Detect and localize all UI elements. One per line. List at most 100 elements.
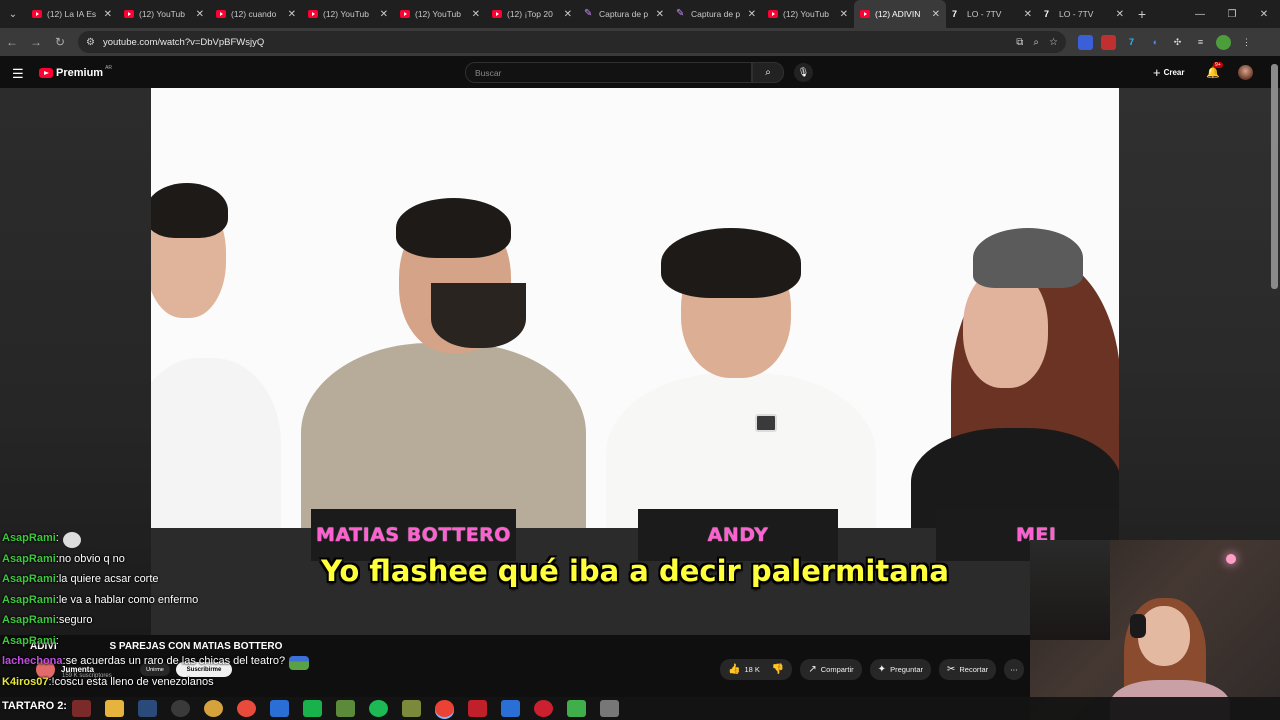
minimize-icon[interactable]: — [1184,0,1216,28]
more-actions-icon[interactable]: ⋯ [1004,659,1024,680]
chat-username[interactable]: AsapRami [2,594,56,606]
browser-tab[interactable]: ✎ Captura de p ✕ [578,0,670,28]
new-tab-button[interactable]: + [1130,0,1154,28]
chrome-canary-icon[interactable] [204,700,223,717]
discord-icon[interactable] [402,700,421,717]
chat-username[interactable]: AsapRami [2,532,56,544]
tab-close-icon[interactable]: ✕ [196,9,204,20]
person-1-hair [151,183,228,238]
share-button[interactable]: ↗ Compartir [800,659,862,680]
chrome-active-icon[interactable] [435,700,454,717]
chat-separator: : [55,532,59,545]
chat-message: AsapRami: [2,528,422,549]
like-count[interactable]: 18 K [744,665,759,674]
greenapp-icon[interactable] [303,700,322,717]
bookmark-star-icon[interactable]: ☆ [1049,37,1058,48]
dislike-icon[interactable]: 👎 [772,664,784,675]
browser-tab[interactable]: ✎ Captura de p ✕ [670,0,762,28]
chat-username[interactable]: AsapRami [2,553,56,565]
browser-tab[interactable]: (12) La IA Es ✕ [26,0,118,28]
browser-tab[interactable]: (12) YouTub ✕ [762,0,854,28]
browser-tab[interactable]: (12) cuando ✕ [210,0,302,28]
search-icon[interactable]: ⌕ [752,62,784,83]
profile-avatar-icon[interactable] [1216,34,1231,50]
minecraft-icon[interactable] [336,700,355,717]
tab-close-icon[interactable]: ✕ [104,9,112,20]
chat-username[interactable]: lachechona [2,655,63,667]
browser-tab[interactable]: 7 LO - 7TV ✕ [946,0,1038,28]
tab-close-icon[interactable]: ✕ [656,9,664,20]
install-app-icon[interactable]: ⧉ [1016,37,1023,48]
browser-tab[interactable]: (12) ¡Top 20 ✕ [486,0,578,28]
tab-close-icon[interactable]: ✕ [288,9,296,20]
puzzle-extensions-icon[interactable]: ✣ [1170,35,1185,50]
chrome-icon[interactable] [237,700,256,717]
browser-tab[interactable]: (12) YouTub ✕ [118,0,210,28]
browser-tab[interactable]: (12) YouTub ✕ [394,0,486,28]
tab-close-icon[interactable]: ✕ [748,9,756,20]
back-icon[interactable]: ← [0,28,24,56]
ask-button[interactable]: ✦ Preguntar [869,659,931,680]
browser-menu-icon[interactable]: ⋮ [1239,35,1254,50]
tab-close-icon[interactable]: ✕ [932,9,940,20]
chat-message: AsapRami: [2,631,422,652]
sparkle-icon: ✦ [877,664,887,675]
chat-username[interactable]: AsapRami [2,573,56,585]
recorder-icon[interactable] [468,700,487,717]
close-window-icon[interactable]: ✕ [1248,0,1280,28]
chat-message: K4iros07: !coscu esta lleno de venezolan… [2,672,422,693]
file-explorer-icon[interactable] [105,700,124,717]
voice-search-icon[interactable]: 🎙 [794,63,813,82]
zoom-icon[interactable]: ⌕ [1033,37,1039,48]
account-avatar[interactable] [1238,65,1253,80]
chat-username[interactable]: AsapRami [2,614,56,626]
chat-message: AsapRami: no obvio q no [2,549,422,570]
create-button[interactable]: + Crear [1153,65,1185,80]
site-info-icon[interactable]: ⚙ [86,37,95,48]
seventv-extension-icon[interactable]: 7 [1124,35,1139,50]
extensions-area: 7 ◖ ✣ ≡ ⋮ [1078,28,1254,56]
minecraft2-icon[interactable] [567,700,586,717]
tab-close-icon[interactable]: ✕ [840,9,848,20]
terminal-icon[interactable] [72,700,91,717]
spotify-icon[interactable] [369,700,388,717]
audio-extension-icon[interactable]: ◖ [1147,35,1162,50]
media-control-icon[interactable]: ≡ [1193,35,1208,50]
obs-icon[interactable] [171,700,190,717]
streamer-face [1138,606,1190,666]
forward-icon[interactable]: → [24,28,48,56]
chat-username[interactable]: K4iros07 [2,676,48,688]
tab-close-icon[interactable]: ✕ [1116,9,1124,20]
app-icon[interactable] [600,700,619,717]
url-field[interactable]: ⚙ youtube.com/watch?v=DbVpBFWsjyQ ⧉ ⌕ ☆ [78,31,1066,53]
browser-tab[interactable]: 7 LO - 7TV ✕ [1038,0,1130,28]
like-icon[interactable]: 👍 [728,664,740,675]
browser-tab[interactable]: (12) YouTub ✕ [302,0,394,28]
youtube-premium-logo[interactable]: Premium AR [39,65,112,79]
ambient-background-right [1119,88,1280,540]
tab-label: (12) La IA Es [47,9,97,19]
tab-close-icon[interactable]: ✕ [380,9,388,20]
tab-close-icon[interactable]: ✕ [472,9,480,20]
chat-text: le va a hablar como enfermo [58,593,199,606]
red-extension-icon[interactable] [1101,34,1116,50]
browser-tab[interactable]: (12) ADIVIN ✕ [854,0,946,28]
search-input[interactable]: Buscar [465,62,752,83]
notifications-bell-icon[interactable]: 🔔 9+ [1206,62,1223,79]
person-2-beard [431,283,526,348]
tab-search-icon[interactable]: ⌄ [0,0,26,28]
chat-username[interactable]: AsapRami [2,635,56,647]
steam-icon[interactable] [138,700,157,717]
youtube-icon [492,10,502,18]
translate-extension-icon[interactable] [1078,34,1093,50]
tab-close-icon[interactable]: ✕ [564,9,572,20]
page-scrollbar[interactable] [1271,64,1278,289]
opera-icon[interactable] [534,700,553,717]
menu-hamburger-icon[interactable]: ☰ [12,66,24,82]
reload-icon[interactable]: ↻ [48,28,72,56]
ccleaner-icon[interactable] [270,700,289,717]
restore-icon[interactable]: ❐ [1216,0,1248,28]
tab-close-icon[interactable]: ✕ [1024,9,1032,20]
clip-button[interactable]: ✂ Recortar [939,659,997,680]
ccleaner2-icon[interactable] [501,700,520,717]
